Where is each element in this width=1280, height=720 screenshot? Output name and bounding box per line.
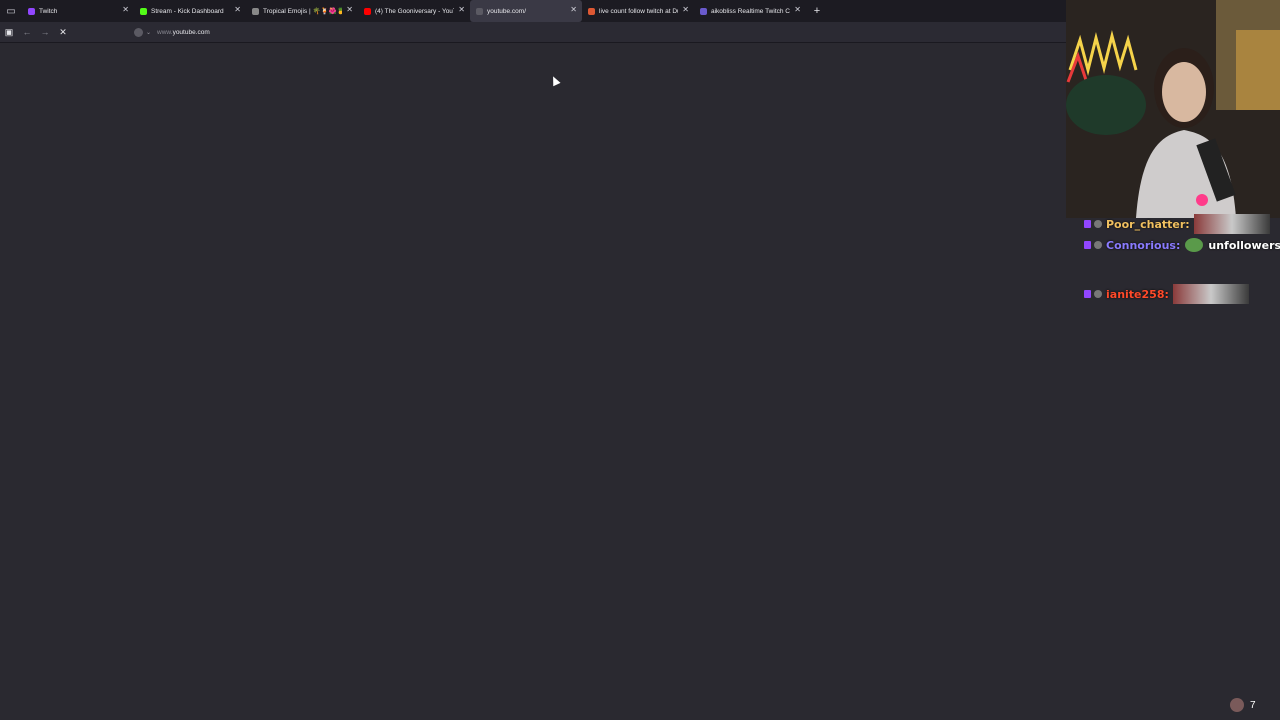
browser-tab[interactable]: live count follow twitch at Duck ✕ — [582, 0, 694, 22]
tab-favicon-icon — [700, 7, 707, 15]
chevron-down-icon: ⌄ — [146, 29, 152, 36]
tab-title: Twitch — [39, 7, 58, 15]
user-badge-icon — [1094, 241, 1102, 249]
twitch-badge-icon — [1084, 290, 1091, 298]
viewer-count-value: 7 — [1250, 699, 1256, 711]
twitch-badge-icon — [1084, 220, 1091, 228]
close-tab-icon[interactable]: ✕ — [794, 5, 801, 14]
tab-title: Tropical Emojis | 🌴🍹🌺🍍🌸🦜 — [263, 8, 342, 15]
tab-favicon-icon — [364, 7, 371, 15]
tab-title: Stream - Kick Dashboard — [151, 7, 224, 15]
user-badge-icon — [1094, 220, 1102, 228]
back-button[interactable]: ← — [18, 22, 36, 42]
chat-username: ianite258: — [1106, 287, 1169, 301]
tab-favicon-icon — [28, 7, 35, 15]
chat-message: Poor_chatter: — [1084, 214, 1270, 234]
tab-favicon-icon — [588, 7, 595, 15]
browser-tab[interactable]: (4) The Gooniversary - YouTube ✕ — [358, 0, 470, 22]
forward-button[interactable]: → — [36, 22, 54, 42]
close-tab-icon[interactable]: ✕ — [122, 5, 129, 14]
close-tab-icon[interactable]: ✕ — [458, 5, 465, 14]
close-tab-icon[interactable]: ✕ — [346, 5, 353, 14]
browser-tab[interactable]: Tropical Emojis | 🌴🍹🌺🍍🌸🦜 ✕ — [246, 0, 358, 22]
chat-username: Connorious: — [1106, 238, 1181, 252]
stop-loading-button[interactable]: ✕ — [54, 22, 72, 42]
tab-bar: ▭ Twitch ✕ Stream - Kick Dashboard ✕ Tropica… — [0, 0, 1066, 22]
close-tab-icon[interactable]: ✕ — [234, 5, 241, 14]
site-info-icon[interactable] — [134, 27, 143, 37]
chat-message: Connorious: unfollowers — [1084, 238, 1280, 252]
webcam-overlay — [1066, 0, 1280, 218]
browser-tab[interactable]: Twitch ✕ — [22, 0, 134, 22]
url-prefix: www. — [157, 28, 173, 36]
tab-title: aikobliss Realtime Twitch Count — [711, 7, 790, 15]
tab-favicon-icon — [252, 7, 259, 15]
chat-message: ianite258: — [1084, 284, 1249, 304]
twitch-badge-icon — [1084, 241, 1091, 249]
emote-image — [1193, 214, 1270, 234]
close-tab-icon[interactable]: ✕ — [682, 5, 689, 14]
url-host: youtube.com — [172, 28, 210, 36]
avatar-icon — [1230, 698, 1244, 712]
new-tab-button[interactable]: + — [806, 0, 828, 22]
tab-title: youtube.com/ — [487, 7, 527, 15]
viewer-count: 7 — [1230, 698, 1256, 712]
tab-favicon-icon — [476, 7, 483, 15]
chat-username: Poor_chatter: — [1106, 217, 1190, 231]
url-input[interactable]: ⌄ www. youtube.com — [134, 25, 934, 39]
chat-overlay: Poor_chatter: Connorious: unfollowers ianit… — [1066, 212, 1280, 332]
tab-title: (4) The Gooniversary - YouTube — [375, 7, 454, 15]
browser-tab[interactable]: youtube.com/ ✕ — [470, 0, 582, 22]
close-tab-icon[interactable]: ✕ — [570, 5, 577, 14]
user-badge-icon — [1094, 290, 1102, 298]
chat-text: unfollowers — [1208, 238, 1280, 252]
tab-title: live count follow twitch at Duck — [599, 7, 678, 15]
emote-icon — [1185, 238, 1204, 252]
navigation-bar: ▣ ← → ✕ ⌄ www. youtube.com — [0, 22, 1066, 43]
browser-tab[interactable]: Stream - Kick Dashboard ✕ — [134, 0, 246, 22]
tab-list-icon[interactable]: ▭ — [0, 0, 22, 22]
sidebar-toggle-icon[interactable]: ▣ — [0, 22, 18, 42]
page-content[interactable] — [0, 43, 1066, 720]
browser-tab[interactable]: aikobliss Realtime Twitch Count ✕ — [694, 0, 806, 22]
tab-favicon-icon — [140, 7, 147, 15]
emote-image — [1172, 284, 1249, 304]
